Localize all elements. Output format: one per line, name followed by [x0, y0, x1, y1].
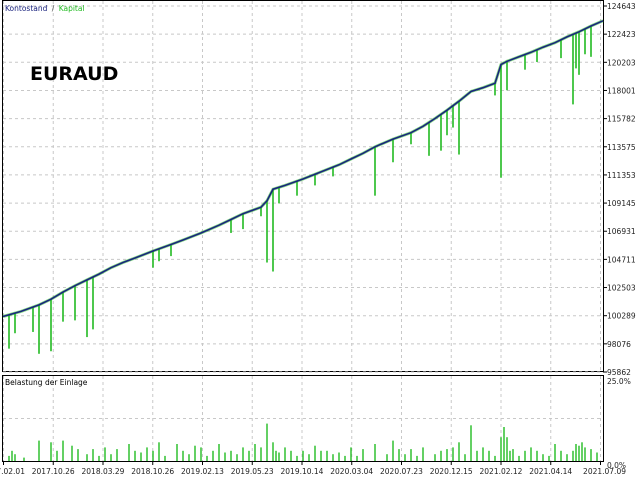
x-tick-label: 2021.02.12	[480, 467, 523, 476]
x-tick-label: 2018.03.29	[82, 467, 125, 476]
y-tick-label: 124643	[607, 2, 636, 11]
x-tick-label: 2021.07.09	[583, 467, 626, 476]
x-tick-label: 2020.07.23	[380, 467, 423, 476]
y-tick-label: 98076	[607, 340, 631, 349]
y-tick-label: 106931	[607, 227, 636, 236]
y-axis: 124643 122423 120203 118001 115782 113575 1113…	[603, 2, 636, 377]
y-tick-label: 109145	[607, 199, 636, 208]
load-panel-title: Belastung der Einlage	[5, 378, 88, 387]
y-tick-label: 95862	[607, 368, 631, 377]
x-tick-label: 2017.10.26	[32, 467, 75, 476]
legend-equity: Kapital	[59, 4, 85, 13]
symbol-label: EURAUD	[30, 63, 118, 85]
x-tick-label: 2019.10.14	[281, 467, 324, 476]
x-tick-label: 2017.02.01	[0, 467, 25, 476]
y-tick-label: 120203	[607, 58, 636, 67]
y-tick-label: 102503	[607, 284, 636, 293]
y-tick-label: 100289	[607, 312, 636, 321]
x-tick-label: 2020.12.15	[430, 467, 473, 476]
y-tick-label: 122423	[607, 30, 636, 39]
x-tick-label: 2018.10.26	[131, 467, 174, 476]
load-top-tick: 25.0%	[607, 377, 631, 386]
legend-separator: /	[52, 4, 55, 13]
y-tick-label: 104711	[607, 255, 636, 264]
x-axis: 2017.02.01 2017.10.26 2018.03.29 2018.10.26…	[0, 461, 626, 476]
x-tick-label: 2021.04.14	[529, 467, 572, 476]
y-tick-label: 115782	[607, 115, 636, 124]
x-tick-label: 2020.03.04	[330, 467, 373, 476]
legend-balance: Kontostand	[5, 4, 48, 13]
x-tick-label: 2019.02.13	[181, 467, 224, 476]
y-tick-label: 113575	[607, 143, 636, 152]
equity-chart: Kontostand / Kapital EURAUD 124643 122423…	[0, 0, 636, 476]
y-tick-label: 111353	[607, 171, 636, 180]
y-tick-label: 118001	[607, 86, 636, 95]
svg-text:Kontostand / Kapital: Kontostand / Kapital	[5, 4, 85, 13]
x-tick-label: 2019.05.23	[231, 467, 274, 476]
